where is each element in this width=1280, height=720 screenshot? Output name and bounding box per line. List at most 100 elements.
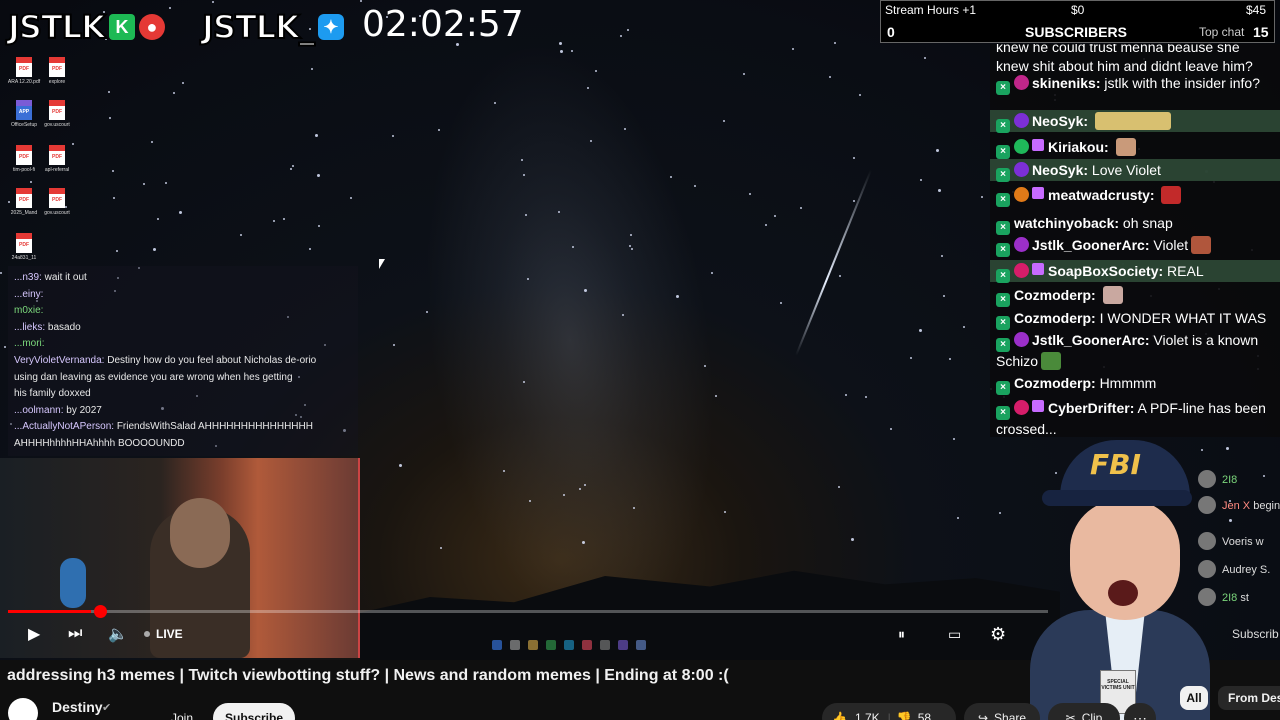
- mod-delete-icon[interactable]: ×: [996, 293, 1010, 307]
- subscribers-label: SUBSCRIBERS: [1025, 24, 1127, 40]
- sub-gift-icon: [1032, 400, 1044, 412]
- mouse-cursor-icon: [379, 259, 385, 269]
- yt-chat-user[interactable]: 2I8: [1222, 474, 1237, 486]
- mod-delete-icon[interactable]: ×: [996, 381, 1010, 395]
- desktop-file-icon[interactable]: PDF explore: [38, 57, 76, 97]
- chat-username[interactable]: Jstlk_GoonerArc:: [1032, 332, 1149, 348]
- autoplay-toggle[interactable]: ⏸: [898, 622, 905, 646]
- mod-delete-icon[interactable]: ×: [996, 145, 1010, 159]
- subtitles-icon[interactable]: ▭: [948, 622, 961, 646]
- star: [633, 507, 635, 509]
- yt-chat-text: st: [1240, 592, 1249, 604]
- overlay-chat-text: wait it out: [44, 272, 87, 283]
- stream-clock: 02:02:57: [362, 4, 524, 45]
- star: [579, 488, 581, 490]
- chat-username[interactable]: Cozmoderp:: [1014, 310, 1096, 326]
- side-subscribe-link[interactable]: Subscrib: [1232, 627, 1279, 641]
- thumbs-down-icon[interactable]: 👎: [897, 711, 912, 720]
- star: [845, 394, 847, 396]
- chat-username[interactable]: Jstlk_GoonerArc:: [1032, 237, 1149, 253]
- emote-icon: [1161, 186, 1182, 204]
- verified-icon: ✔: [102, 702, 112, 714]
- mod-delete-icon[interactable]: ×: [996, 119, 1010, 133]
- meteor-streak: [795, 169, 872, 356]
- chip-all[interactable]: All: [1180, 686, 1208, 710]
- mod-delete-icon[interactable]: ×: [996, 269, 1010, 283]
- like-dislike-group[interactable]: 👍 1.7K | 👎 58: [822, 703, 956, 720]
- star: [587, 87, 589, 89]
- subscribe-button[interactable]: Subscribe: [213, 703, 295, 720]
- star: [834, 42, 836, 44]
- overlay-chat-text: by 2027: [66, 404, 102, 416]
- star: [560, 50, 563, 53]
- chat-username[interactable]: watchinyoback:: [1014, 215, 1119, 231]
- overlay-chat-user: ...n39:: [14, 272, 42, 283]
- star: [590, 140, 592, 142]
- mod-delete-icon[interactable]: ×: [996, 243, 1010, 257]
- desktop-file-icon[interactable]: PDF gov.uscourt: [38, 100, 76, 140]
- progress-fill: [8, 610, 92, 613]
- star: [173, 92, 175, 94]
- yt-chat-user[interactable]: 2I8: [1222, 592, 1237, 604]
- play-button[interactable]: ▶: [28, 622, 40, 646]
- chat-message: × Jstlk_GoonerArc: Violet is a known Schi…: [990, 329, 1280, 371]
- live-indicator[interactable]: LIVE: [144, 622, 183, 646]
- mod-delete-icon[interactable]: ×: [996, 406, 1010, 420]
- record-icon: ●: [138, 14, 165, 40]
- progress-bar[interactable]: [8, 605, 1048, 618]
- chat-username[interactable]: Cozmoderp:: [1014, 375, 1096, 391]
- settings-gear-icon[interactable]: ⚙: [990, 622, 1006, 646]
- mod-delete-icon[interactable]: ×: [996, 221, 1010, 235]
- chip-from[interactable]: From Des: [1218, 686, 1280, 710]
- yt-chat-user[interactable]: Audrey S.: [1222, 564, 1270, 576]
- app-icon: [582, 640, 592, 650]
- join-button[interactable]: Join: [155, 703, 209, 720]
- user-badge-icon: [1014, 400, 1029, 415]
- channel-avatar[interactable]: [8, 698, 38, 720]
- mod-delete-icon[interactable]: ×: [996, 338, 1010, 352]
- star: [438, 129, 440, 131]
- star: [629, 245, 631, 247]
- mod-delete-icon[interactable]: ×: [996, 193, 1010, 207]
- clip-button[interactable]: ✂ Clip: [1048, 703, 1120, 720]
- edge-icon: [564, 640, 574, 650]
- star: [273, 220, 275, 222]
- chat-username[interactable]: SoapBoxSociety:: [1048, 263, 1163, 279]
- desktop-file-icon[interactable]: PDF apl-referral: [38, 145, 76, 185]
- desktop-file-icon[interactable]: PDF gov.uscourt: [38, 188, 76, 228]
- channel-name[interactable]: Destiny: [52, 699, 103, 715]
- chat-username[interactable]: Kiriakou:: [1048, 139, 1109, 155]
- star: [774, 215, 776, 217]
- yt-chat-user[interactable]: Jen X: [1222, 500, 1250, 512]
- chat-username[interactable]: skineniks:: [1032, 75, 1100, 91]
- star: [800, 207, 802, 209]
- star: [936, 149, 939, 152]
- share-button[interactable]: ↪ Share: [964, 703, 1040, 720]
- yt-chat-user[interactable]: Voeris: [1222, 536, 1253, 548]
- user-badge-icon: [1014, 75, 1029, 90]
- chat-username[interactable]: CyberDrifter:: [1048, 400, 1134, 416]
- chat-username[interactable]: Cozmoderp:: [1014, 287, 1096, 303]
- chat-username[interactable]: meatwadcrusty:: [1048, 187, 1155, 203]
- next-button[interactable]: ⏭: [68, 622, 82, 646]
- top-chat-count: 15: [1253, 24, 1269, 40]
- like-count: 1.7K: [854, 711, 880, 720]
- brand-left-text: JSTLK: [7, 7, 107, 47]
- star: [165, 182, 167, 184]
- scrubber-handle[interactable]: [94, 605, 107, 618]
- star: [169, 7, 171, 9]
- volume-icon[interactable]: 🔈: [108, 622, 128, 646]
- chat-username[interactable]: NeoSyk:: [1032, 162, 1088, 178]
- user-badge-icon: [1014, 332, 1029, 347]
- thumbs-up-icon[interactable]: 👍: [832, 711, 847, 720]
- chat-username[interactable]: NeoSyk:: [1032, 113, 1088, 129]
- star: [765, 224, 767, 226]
- mod-delete-icon[interactable]: ×: [996, 316, 1010, 330]
- mod-delete-icon[interactable]: ×: [996, 168, 1010, 182]
- star: [317, 174, 320, 177]
- yt-chat-text: w: [1255, 536, 1264, 548]
- overlay-chat-line: ...ActuallyNotAPerson: FriendsWithSalad …: [14, 419, 352, 436]
- mod-delete-icon[interactable]: ×: [996, 81, 1010, 95]
- star: [360, 0, 362, 2]
- top-chat-label: Top chat: [1199, 25, 1245, 39]
